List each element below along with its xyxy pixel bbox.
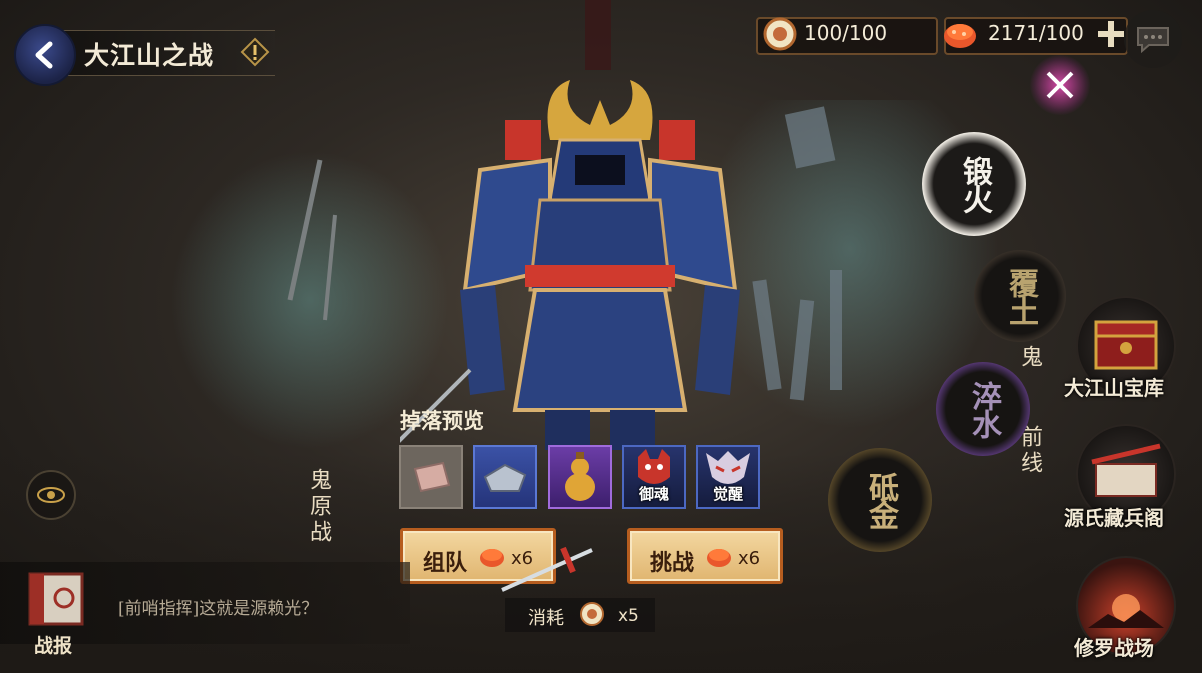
eye-icon <box>37 487 65 503</box>
stamina-value: 100/100 <box>804 21 888 45</box>
report-message: [前哨指挥]这就是源赖光？ <box>118 599 319 619</box>
info-warning-icon[interactable] <box>240 37 270 67</box>
challenge-cost: x6 <box>738 548 761 569</box>
view-toggle-button[interactable] <box>26 470 76 520</box>
drop-slot-awakening-label: 觉醒 <box>712 485 743 503</box>
drop-preview-label: 掉落预览 <box>400 408 484 433</box>
drop-slot-material-shard[interactable] <box>399 445 463 509</box>
stone-icon <box>483 463 527 492</box>
chevron-left-icon <box>35 41 53 69</box>
sushi-cost-icon <box>707 549 731 567</box>
report-book-icon[interactable] <box>22 568 94 630</box>
team-up-label: 组队 <box>423 550 468 576</box>
chat-bubble-icon <box>1137 27 1169 53</box>
map-label-ghost-field: 鬼原战 <box>306 468 331 546</box>
drop-slot-awakening[interactable]: 觉醒 <box>696 445 760 509</box>
element-metal-text: 砥金 <box>863 472 898 528</box>
element-forge-orb[interactable]: 锻火 <box>922 132 1026 236</box>
crossed-swords-effect[interactable] <box>1030 55 1090 115</box>
drop-slot-gold-gourd[interactable] <box>548 445 612 509</box>
element-water-orb[interactable]: 淬水 <box>936 362 1030 456</box>
stamina-token-icon <box>763 17 797 51</box>
crossed-swords-icon <box>1046 71 1074 99</box>
katana-decoration-icon <box>501 546 593 592</box>
shard-icon <box>413 461 451 493</box>
treasury-label: 大江山宝库 <box>1064 376 1164 400</box>
cost-count: x5 <box>618 606 639 626</box>
cost-label: 消耗 <box>528 608 564 629</box>
back-button[interactable] <box>14 24 76 86</box>
element-earth-orb[interactable]: 覆土 <box>974 250 1066 342</box>
drop-slot-stone-fragment[interactable] <box>473 445 537 509</box>
drop-slot-soul-label: 御魂 <box>638 485 669 503</box>
armory-label: 源氏藏兵阁 <box>1064 506 1164 530</box>
page-title: 大江山之战 <box>84 41 215 70</box>
add-currency-icon[interactable] <box>1096 19 1126 49</box>
map-label-ghost: 鬼 <box>1017 345 1042 371</box>
battlefield-label: 修罗战场 <box>1074 636 1154 660</box>
sushi-currency-icon <box>944 24 976 48</box>
chat-button[interactable] <box>1124 10 1182 68</box>
stamina-token-icon <box>580 602 604 626</box>
element-earth-text: 覆土 <box>1003 268 1038 324</box>
element-metal-orb[interactable]: 砥金 <box>828 448 932 552</box>
challenge-label: 挑战 <box>650 550 695 576</box>
currency-value: 2171/100 <box>988 21 1084 45</box>
element-forge-text: 锻火 <box>957 156 992 212</box>
drop-slot-soul[interactable]: 御魂 <box>622 445 686 509</box>
element-water-text: 淬水 <box>966 381 1001 437</box>
gourd-icon <box>565 452 595 501</box>
challenge-button[interactable]: 挑战 x6 <box>627 528 783 584</box>
report-label: 战报 <box>34 635 73 657</box>
